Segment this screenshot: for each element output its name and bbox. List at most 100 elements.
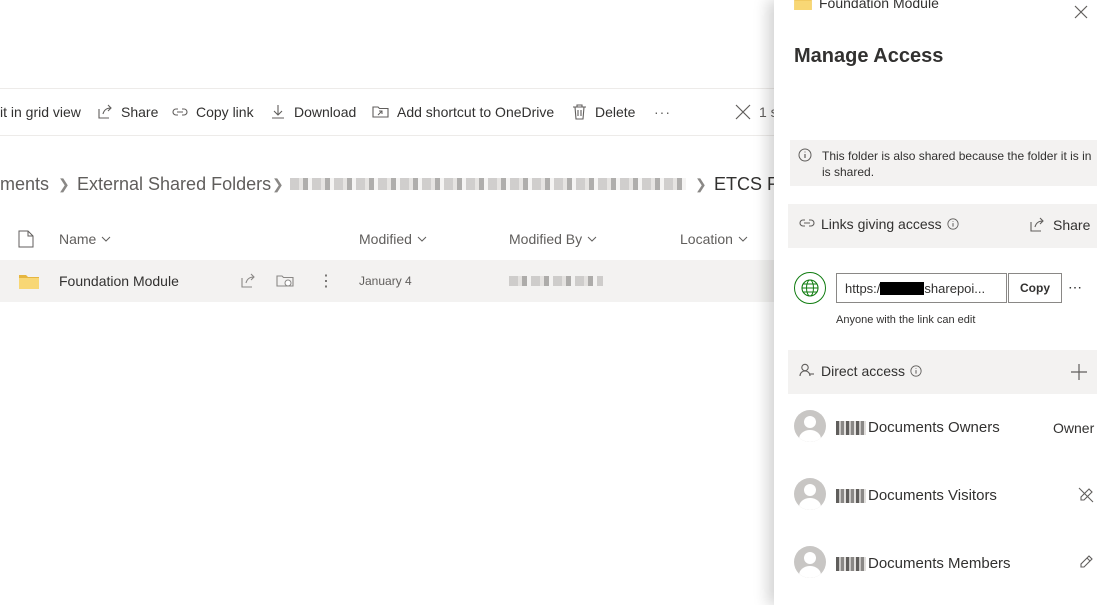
breadcrumb-label: External Shared Folders	[77, 173, 272, 194]
column-header-name[interactable]: Name	[59, 226, 111, 252]
no-edit-permission-button[interactable]	[1078, 487, 1094, 508]
globe-icon	[794, 272, 826, 304]
share-button[interactable]: Share	[97, 89, 158, 135]
chevron-right-icon: ❯	[695, 176, 707, 192]
row-activity-button[interactable]	[276, 260, 294, 302]
column-header-label: Location	[680, 231, 733, 247]
copy-link-button[interactable]: Copy	[1008, 273, 1062, 303]
copy-link-label: Copy link	[196, 104, 254, 120]
group-name: Documents Owners	[836, 419, 1000, 436]
add-shortcut-icon	[372, 106, 389, 118]
edit-icon	[1080, 555, 1093, 568]
more-icon: ···	[654, 104, 671, 120]
breadcrumb-label: ETCS Re	[714, 173, 774, 194]
more-vertical-icon: ⋮	[318, 273, 334, 290]
command-bar: it in grid view Share Copy link Download…	[0, 88, 774, 136]
download-icon	[272, 105, 284, 119]
breadcrumb-item-current[interactable]: ETCS Re	[714, 170, 774, 198]
column-header-location[interactable]: Location	[680, 226, 748, 252]
folder-icon	[794, 0, 812, 10]
row-more-button[interactable]: ⋮	[318, 260, 334, 302]
delete-icon	[573, 104, 586, 120]
row-share-button[interactable]	[240, 260, 256, 302]
column-header-modified[interactable]: Modified	[359, 226, 427, 252]
link-icon	[172, 108, 188, 116]
group-role[interactable]: Owner	[1053, 420, 1094, 436]
share-icon	[98, 104, 112, 119]
activity-icon	[276, 275, 294, 287]
delete-button[interactable]: Delete	[572, 89, 635, 135]
group-name-label: Documents Members	[868, 555, 1011, 572]
chevron-down-icon	[102, 236, 111, 242]
column-header-label: Name	[59, 231, 97, 247]
chevron-right-icon: ❯	[58, 176, 70, 192]
info-message-text: This folder is also shared because the f…	[822, 149, 1092, 179]
modified-by-cell[interactable]	[509, 260, 603, 302]
table-row[interactable]: Foundation Module ⋮ January 4	[0, 260, 774, 302]
share-icon	[1030, 217, 1044, 232]
chevron-down-icon	[738, 236, 748, 242]
info-icon	[798, 148, 812, 162]
selection-count: 1 s	[759, 104, 774, 120]
plus-icon	[1071, 364, 1087, 380]
link-url-suffix: sharepoi...	[924, 280, 986, 296]
copy-link-button[interactable]: Copy link	[172, 89, 254, 135]
direct-access-title: Direct access	[821, 363, 906, 379]
direct-access-title-group: Direct access	[799, 363, 922, 379]
download-label: Download	[294, 104, 357, 120]
share-icon	[241, 273, 255, 288]
more-icon: ⋯	[1068, 279, 1083, 295]
edit-permission-button[interactable]	[1078, 554, 1094, 575]
panel-folder-name: Foundation Module	[819, 0, 939, 11]
breadcrumb-item-redacted[interactable]	[290, 170, 686, 198]
group-name-label: Documents Owners	[868, 419, 1000, 436]
column-header-label: Modified By	[509, 231, 583, 247]
breadcrumb-item-external-shared-folders[interactable]: External Shared Folders	[77, 170, 271, 198]
edit-in-grid-view-button[interactable]: it in grid view	[0, 89, 81, 135]
avatar	[794, 478, 826, 510]
link-url-field[interactable]: https:/ sharepoi...	[836, 273, 1007, 303]
panel-title: Manage Access	[794, 45, 944, 67]
add-shortcut-label: Add shortcut to OneDrive	[397, 104, 555, 120]
breadcrumb-item-documents[interactable]: ments	[0, 170, 49, 198]
panel-share-button[interactable]: Share	[1029, 217, 1090, 233]
avatar	[794, 546, 826, 578]
redacted-text	[880, 281, 925, 295]
modified-cell: January 4	[359, 260, 412, 302]
person-icon	[799, 363, 814, 377]
link-more-options-button[interactable]: ⋯	[1068, 279, 1083, 296]
clear-selection-button[interactable]: 1 s	[735, 89, 774, 135]
links-section-header: Links giving access Share	[788, 204, 1097, 248]
share-label: Share	[121, 104, 159, 120]
chevron-right-icon: ❯	[272, 176, 284, 192]
delete-label: Delete	[595, 104, 636, 120]
redacted-text	[509, 276, 603, 286]
folder-icon	[19, 260, 39, 302]
close-icon	[735, 104, 751, 120]
redacted-text	[836, 556, 866, 571]
panel-share-label: Share	[1053, 217, 1091, 233]
direct-access-section-header: Direct access	[788, 350, 1097, 394]
file-name-link[interactable]: Foundation Module	[59, 260, 179, 302]
add-direct-access-button[interactable]	[1070, 363, 1088, 386]
close-panel-button[interactable]	[1074, 5, 1088, 24]
group-name: Documents Visitors	[836, 487, 997, 504]
breadcrumb-label: ments	[0, 173, 50, 194]
redacted-text	[836, 420, 866, 435]
list-item[interactable]: Documents Visitors	[774, 474, 1097, 518]
more-commands-button[interactable]: ···	[654, 89, 671, 135]
info-icon[interactable]	[910, 365, 922, 377]
document-library: it in grid view Share Copy link Download…	[0, 0, 774, 605]
column-header-modified-by[interactable]: Modified By	[509, 226, 597, 252]
info-icon[interactable]	[947, 218, 959, 230]
list-item[interactable]: Documents Owners Owner	[774, 406, 1097, 450]
download-button[interactable]: Download	[270, 89, 356, 135]
link-url-prefix: https:/	[845, 280, 881, 296]
list-item[interactable]: Documents Members	[774, 542, 1097, 586]
info-message-bar: This folder is also shared because the f…	[790, 140, 1097, 186]
links-title-group: Links giving access	[799, 216, 959, 232]
link-permission-text: Anyone with the link can edit	[836, 314, 976, 326]
redacted-text	[290, 178, 686, 190]
add-shortcut-button[interactable]: Add shortcut to OneDrive	[372, 89, 554, 135]
file-type-header[interactable]	[18, 226, 34, 252]
